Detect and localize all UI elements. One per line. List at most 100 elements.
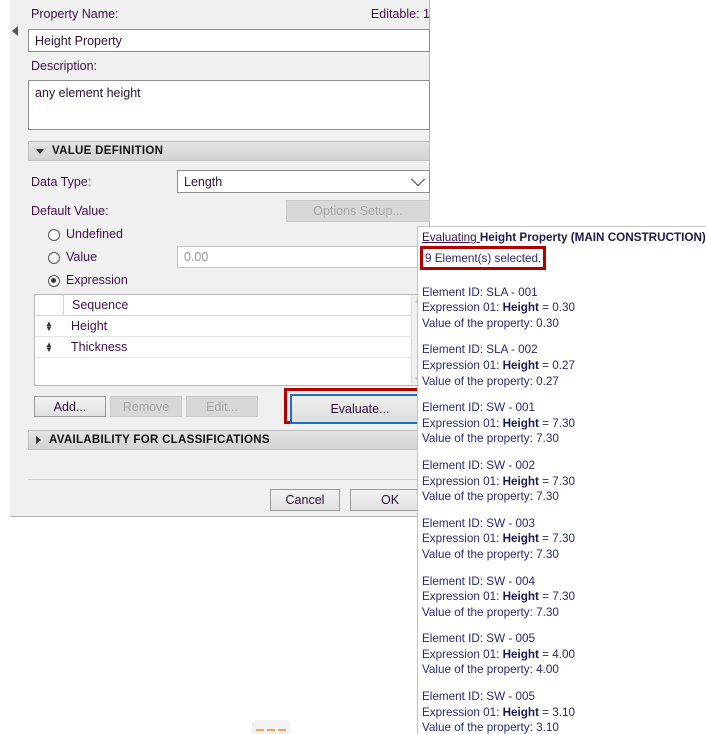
result-property-value: Value of the property: 0.27 [422,374,559,388]
result-expression-value: = 3.10 [538,705,575,719]
result-expression-value: = 7.30 [538,416,575,430]
caret-right-icon [36,436,41,444]
data-type-value: Length [184,174,223,189]
result-expression-name: Height [502,301,539,315]
add-button[interactable]: Add... [34,396,106,417]
remove-button[interactable]: Remove [110,396,182,417]
divider [28,479,430,480]
result-expression-name: Height [502,416,539,430]
result-expression-value: = 0.27 [538,358,575,372]
property-definition-dialog: Property Name: Editable: 1 Height Proper… [10,0,430,517]
property-name-row: Property Name: Editable: 1 [31,7,430,22]
radio-option-value[interactable]: Value [48,250,97,265]
result-property-value: Value of the property: 7.30 [422,490,559,504]
result-expression-name: Height [502,532,539,546]
result-property-value: Value of the property: 3.10 [422,721,559,734]
radio-option-undefined[interactable]: Undefined [48,227,123,242]
result-entry: Element ID: SW - 001 Expression 01: Heigh… [422,400,706,447]
results-entry-list: Element ID: SLA - 001 Expression 01: Heig… [422,285,706,734]
evaluate-button[interactable]: Evaluate... [290,394,430,424]
result-expression-name: Height [502,705,539,719]
expression-list-header: Sequence [35,295,411,316]
result-expression-label: Expression 01: [422,301,503,315]
result-expression-value: = 0.30 [538,301,575,315]
result-element-id: Element ID: SW - 003 [422,516,536,530]
data-type-dropdown[interactable]: Length [177,170,430,193]
dash-icon [267,729,275,731]
section-header-availability[interactable]: AVAILABILITY FOR CLASSIFICATIONS [28,430,430,450]
expression-name: Thickness [71,340,128,354]
radio-value-icon [48,251,60,264]
result-expression: Expression 01: Height = 0.27 [422,358,706,374]
result-expression-name: Height [502,358,539,372]
list-item[interactable]: ▲ ▼ Thickness [35,337,411,358]
result-entry: Element ID: SW - 005 Expression 01: Heigh… [422,631,706,678]
evaluate-button-highlight: Evaluate... [284,388,430,424]
result-expression-value: = 7.30 [538,590,575,604]
edit-button[interactable]: Edit... [186,396,258,417]
default-value-input[interactable]: 0.00 [177,246,430,268]
radio-option-expression[interactable]: Expression [48,273,128,288]
section-header-value-definition[interactable]: VALUE DEFINITION [28,141,430,161]
result-element-id: Element ID: SLA - 002 [422,343,538,357]
result-expression-label: Expression 01: [422,705,503,719]
radio-expression-icon [48,274,60,287]
result-element-id: Element ID: SW - 002 [422,458,536,472]
result-expression-label: Expression 01: [422,532,503,546]
evaluation-results-panel: Evaluating Height Property (MAIN CONSTRU… [417,226,706,734]
results-header-title: Height Property (MAIN CONSTRUCTION) [479,231,706,244]
description-label: Description: [31,59,97,73]
property-name-label: Property Name: [31,7,119,21]
result-element-id: Element ID: SLA - 001 [422,285,538,299]
editable-count-label: Editable: 1 [370,7,430,21]
radio-undefined-label: Undefined [66,227,123,241]
selected-count-highlight: 9 Element(s) selected. [420,245,547,270]
expression-list: Sequence ▲ ▼ Height ▲ ▼ Thickness [34,294,430,386]
chevron-down-icon [410,171,426,186]
result-expression-value: = 4.00 [538,647,575,661]
result-expression: Expression 01: Height = 3.10 [422,705,706,721]
result-expression-label: Expression 01: [422,647,503,661]
result-expression-label: Expression 01: [422,358,503,372]
bottom-toolbar-widget[interactable] [252,720,290,734]
radio-expression-label: Expression [66,273,128,287]
selected-count-label: 9 Element(s) selected. [425,251,542,265]
drag-handle-icon[interactable]: ▲ ▼ [35,341,63,354]
options-setup-button[interactable]: Options Setup... [286,200,430,222]
screen: Property Name: Editable: 1 Height Proper… [0,0,706,734]
radio-undefined-icon [48,228,60,241]
result-element-id: Element ID: SW - 004 [422,574,536,588]
section-title-availability: AVAILABILITY FOR CLASSIFICATIONS [49,434,270,446]
cancel-button[interactable]: Cancel [270,489,340,511]
caret-down-icon [36,148,44,154]
result-expression: Expression 01: Height = 4.00 [422,647,706,663]
result-property-value: Value of the property: 7.30 [422,547,559,561]
radio-value-label: Value [66,250,98,264]
data-type-label: Data Type: [31,175,92,189]
result-entry: Element ID: SW - 003 Expression 01: Heigh… [422,516,706,563]
property-name-input[interactable]: Height Property [28,29,430,52]
result-expression: Expression 01: Height = 0.30 [422,300,706,316]
result-entry: Element ID: SW - 005 Expression 01: Heigh… [422,689,706,734]
result-expression-label: Expression 01: [422,590,503,604]
dash-icon [256,729,264,731]
result-expression-label: Expression 01: [422,416,503,430]
section-title-value-definition: VALUE DEFINITION [52,145,164,157]
drag-handle-icon[interactable]: ▲ ▼ [35,320,63,333]
result-property-value: Value of the property: 7.30 [422,432,559,446]
result-expression-name: Height [502,647,539,661]
result-property-value: Value of the property: 0.30 [422,316,559,330]
collapse-arrow-icon[interactable] [12,26,18,36]
result-expression: Expression 01: Height = 7.30 [422,416,706,432]
column-handle [35,295,64,315]
dash-icon [278,729,286,731]
column-sequence-label: Sequence [72,298,129,312]
default-value-label: Default Value: [31,204,109,218]
result-property-value: Value of the property: 7.30 [422,605,559,619]
description-textarea[interactable]: any element height [28,80,430,130]
results-header: Evaluating Height Property (MAIN CONSTRU… [422,230,706,246]
list-item[interactable]: ▲ ▼ Height [35,316,411,337]
expression-list-body: Sequence ▲ ▼ Height ▲ ▼ Thickness [35,295,411,385]
result-expression-value: = 7.30 [538,532,575,546]
result-entry: Element ID: SW - 002 Expression 01: Heigh… [422,458,706,505]
